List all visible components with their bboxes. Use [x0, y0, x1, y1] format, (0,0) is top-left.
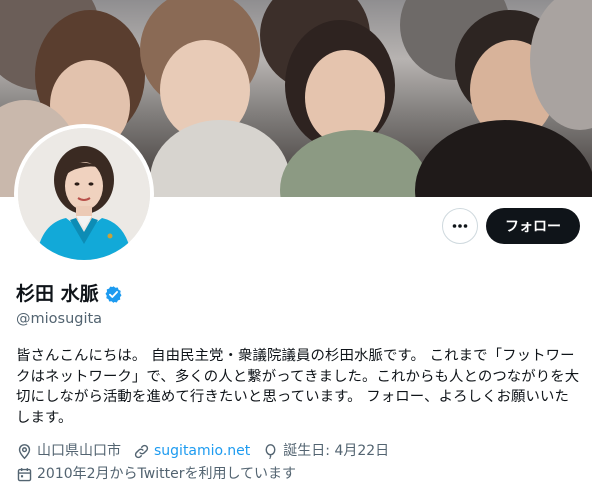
profile-handle: @miosugita [16, 311, 103, 327]
avatar-image [18, 128, 150, 260]
more-options-button[interactable] [442, 208, 478, 244]
display-name: 杉田 水脈 [16, 283, 99, 305]
birthday-item: 誕生日: 4月22日 [262, 442, 389, 460]
balloon-icon [265, 443, 276, 459]
profile-avatar[interactable] [14, 124, 154, 264]
joined-text: 2010年2月からTwitterを利用しています [37, 466, 297, 482]
birthday-text: 誕生日: 4月22日 [283, 443, 390, 459]
location-item: 山口県山口市 [16, 442, 121, 460]
follow-button[interactable]: フォロー [486, 208, 580, 244]
location-text: 山口県山口市 [37, 443, 121, 459]
profile-name-row: 杉田 水脈 [16, 283, 123, 305]
website-item[interactable]: sugitamio.net [133, 442, 250, 460]
profile-bio: 皆さんこんにちは。 自由民主党・衆議院議員の杉田水脈です。 これまで「フットワー… [16, 348, 580, 426]
link-icon [134, 444, 149, 458]
profile-meta: 山口県山口市 sugitamio.net 誕生日: 4月22日 [16, 442, 401, 460]
location-pin-icon [18, 443, 31, 459]
calendar-icon [17, 467, 32, 481]
website-link[interactable]: sugitamio.net [154, 442, 250, 460]
verified-badge-icon[interactable] [104, 285, 123, 304]
joined-item: 2010年2月からTwitterを利用しています [16, 465, 296, 483]
more-options-icon [452, 224, 468, 228]
joined-row: 2010年2月からTwitterを利用しています [16, 465, 308, 483]
